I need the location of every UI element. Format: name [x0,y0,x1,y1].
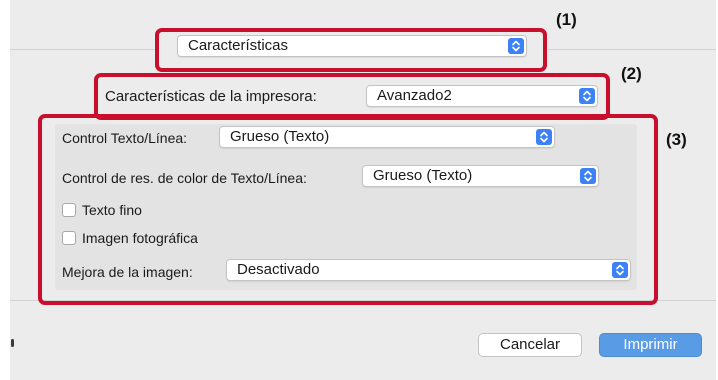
print-button[interactable]: Imprimir [599,333,702,357]
top-divider-right [548,49,716,50]
printer-features-select[interactable]: Avanzado2 [366,85,598,107]
color-res-control-select[interactable]: Grueso (Texto) [362,165,599,187]
chevron-updown-icon [536,129,552,145]
thin-text-checkbox[interactable] [62,203,76,217]
features-select-value: Características [188,37,289,54]
image-enhancement-label: Mejora de la imagen: [62,264,193,280]
text-line-control-select[interactable]: Grueso (Texto) [219,126,555,148]
chevron-updown-icon [612,262,628,278]
cancel-button[interactable]: Cancelar [478,333,582,357]
image-enhancement-value: Desactivado [237,261,320,278]
chevron-updown-icon [580,168,596,184]
thin-text-label: Texto fino [82,202,142,218]
color-res-control-label: Control de res. de color de Texto/Línea: [62,170,307,186]
edge-marker [11,339,14,347]
callout-number-1: (1) [556,10,577,29]
photo-image-checkbox[interactable] [62,231,76,245]
text-line-control-value: Grueso (Texto) [230,128,330,145]
chevron-updown-icon [579,88,595,104]
printer-features-label: Características de la impresora: [105,88,317,105]
top-divider [10,49,155,50]
printer-features-value: Avanzado2 [377,87,452,104]
callout-number-3: (3) [666,130,687,149]
image-enhancement-select[interactable]: Desactivado [226,259,631,281]
features-select[interactable]: Características [177,35,527,57]
callout-number-2: (2) [621,64,642,83]
text-line-control-label: Control Texto/Línea: [62,130,188,146]
chevron-updown-icon [508,38,524,54]
photo-image-label: Imagen fotográfica [82,230,198,246]
color-res-control-value: Grueso (Texto) [373,167,473,184]
